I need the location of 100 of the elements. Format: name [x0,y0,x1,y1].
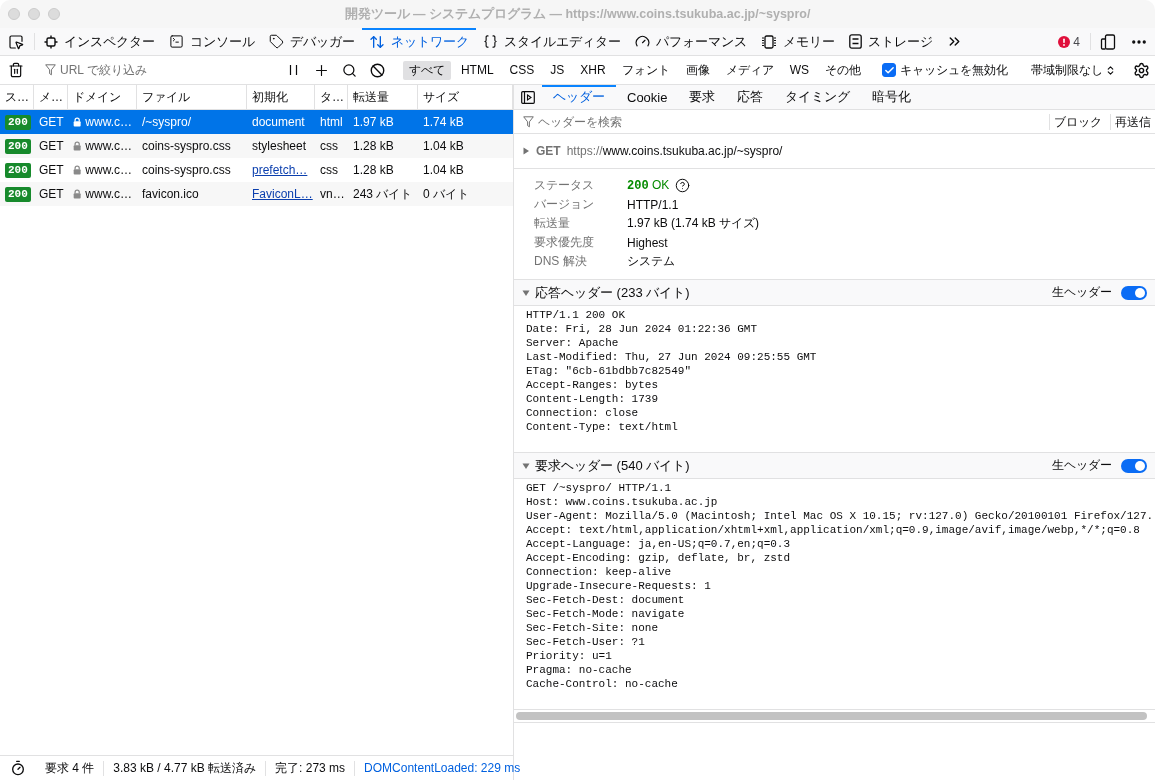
throttling-select[interactable]: 帯域制限なし [1021,56,1122,84]
tool-tab[interactable]: インスペクター [37,28,162,55]
header-line: Sec-Fetch-Site: none [526,621,659,635]
expand-triangle-icon[interactable] [522,147,530,155]
request-row[interactable]: 200 GET www.c… favicon.ico FaviconL… vn… 243 バイト 0 バイト [0,182,513,206]
details-tab[interactable]: 応答 [726,85,775,109]
summary-value: 1.97 kB (1.74 kB サイズ) [627,215,761,232]
tool-tab[interactable]: ストレージ [842,28,940,55]
method-cell-text: GET [38,186,65,203]
trash-icon[interactable] [8,62,24,78]
error-icon [1058,35,1071,48]
summary-value: HTTP/1.1 [627,197,680,212]
header-line: Priority: u=1 [526,649,612,663]
header-line: GET /~syspro/ HTTP/1.1 [526,481,672,495]
block-icon[interactable] [370,62,386,78]
details-tab[interactable]: ヘッダー [542,85,616,109]
dom-content-loaded-time: DOMContentLoaded: 229 ms [354,760,530,776]
initiator-text: stylesheet [252,139,307,153]
help-icon[interactable] [675,178,691,193]
column-header[interactable]: メ… [34,85,68,109]
header-line: Accept-Encoding: gzip, deflate, br, zstd [526,551,791,565]
header-line: Upgrade-Insecure-Requests: 1 [526,579,711,593]
details-tab[interactable]: 要求 [678,85,727,109]
type-filter-button[interactable]: フォント [615,60,676,80]
expand-triangle-icon[interactable] [522,461,530,470]
initiator-link[interactable]: prefetch… [252,163,308,177]
header-line: ETag: "6cb-61bdbb7c82549" [526,364,692,378]
status-code-badge: 200 [5,114,31,130]
transferred-cell-text: 1.28 kB [352,138,395,155]
type-filter-button[interactable]: JS [544,60,571,80]
section-header[interactable]: 要求ヘッダー (540 バイト) 生ヘッダー [514,453,1155,479]
size-cell-text: 1.74 kB [422,114,465,131]
initiator-text: document [252,115,305,129]
type-filter-button[interactable]: XHR [574,60,612,80]
filter-icon [523,115,534,128]
chip-icon [761,34,777,49]
type-filter-button[interactable]: すべて [402,60,451,80]
pause-icon[interactable] [289,64,299,76]
type-filter-button[interactable]: HTML [454,60,500,80]
type-filter-button[interactable]: メディア [719,60,780,80]
column-header[interactable]: ス… [0,85,34,109]
column-header[interactable]: 転送量 [348,85,418,109]
raw-headers-label: 生ヘッダー [1052,284,1112,301]
raw-headers-switch[interactable] [1121,458,1147,473]
type-filter-button[interactable]: 画像 [679,60,716,80]
column-header[interactable]: ファイル [137,85,247,109]
type-filter-button[interactable]: その他 [819,60,867,80]
initiator-link[interactable]: FaviconL… [252,187,313,201]
domain-text: www.c… [85,187,132,201]
raw-headers-switch[interactable] [1121,285,1147,300]
type-filter-button[interactable]: WS [783,60,815,80]
url-filter-input[interactable]: URL で絞り込み [60,63,275,77]
tool-tab[interactable]: デバッガー [262,28,362,55]
lock-icon [73,116,82,128]
tag-icon [269,34,284,49]
type-filter-button[interactable]: CSS [503,60,541,80]
section-header[interactable]: 応答ヘッダー (233 バイト) 生ヘッダー [514,280,1155,306]
settings-icon[interactable] [1132,61,1150,79]
section-title: 応答ヘッダー (233 バイト) [535,283,690,302]
request-row[interactable]: 200 GET www.c… /~syspro/ document html 1.97 kB 1.74 kB [0,110,513,134]
responsive-design-icon[interactable] [1100,33,1116,50]
section-title: 要求ヘッダー (540 バイト) [535,456,690,475]
pointer-square-icon[interactable] [8,33,24,50]
disable-cache-checkbox[interactable] [882,63,896,77]
details-tab[interactable]: Cookie [616,85,679,109]
status-code-badge: 200 [5,138,31,154]
details-tab[interactable]: タイミング [774,85,862,109]
status-code-badge: 200 [5,162,31,178]
tool-tab[interactable]: メモリー [754,28,842,55]
scrollbar-thumb[interactable] [516,712,1147,720]
details-tab[interactable]: 暗号化 [861,85,923,109]
column-header[interactable]: サイズ [418,85,513,109]
header-line: Accept-Language: ja,en-US;q=0.7,en;q=0.3 [526,537,791,551]
summary-label: 転送量 [534,215,571,232]
stopwatch-icon[interactable] [10,760,26,776]
lock-icon [73,140,82,152]
action-button[interactable]: ブロック [1049,113,1106,130]
panel-toggle-icon[interactable] [521,90,535,104]
transferred-cell-text: 243 バイト [352,185,414,203]
finish-time: 完了: 273 ms [265,760,355,776]
expand-triangle-icon[interactable] [522,288,530,297]
type-cell-text: css [319,138,339,155]
search-icon[interactable] [342,62,358,78]
tool-tab[interactable]: スタイルエディター [476,28,628,55]
domain-text: www.c… [85,115,132,129]
file-cell-text: coins-syspro.css [141,162,232,179]
header-line: Server: Apache [526,336,619,350]
action-button[interactable]: 再送信 [1110,113,1155,130]
header-filter-input[interactable]: ヘッダーを検索 [538,114,1045,129]
terminal-icon [169,34,184,49]
type-cell-text: css [319,162,339,179]
column-header[interactable]: 初期化 [247,85,315,109]
tool-tab[interactable]: コンソール [162,28,262,55]
request-row[interactable]: 200 GET www.c… coins-syspro.css stylesheet css 1.28 kB 1.04 kB [0,134,513,158]
column-header[interactable]: タ… [315,85,348,109]
column-header[interactable]: ドメイン [68,85,137,109]
transferred-cell-text: 1.97 kB [352,114,395,131]
type-cell-text: vn… [319,186,346,203]
tool-tab[interactable]: パフォーマンス [628,28,754,55]
filter-icon [45,64,56,76]
